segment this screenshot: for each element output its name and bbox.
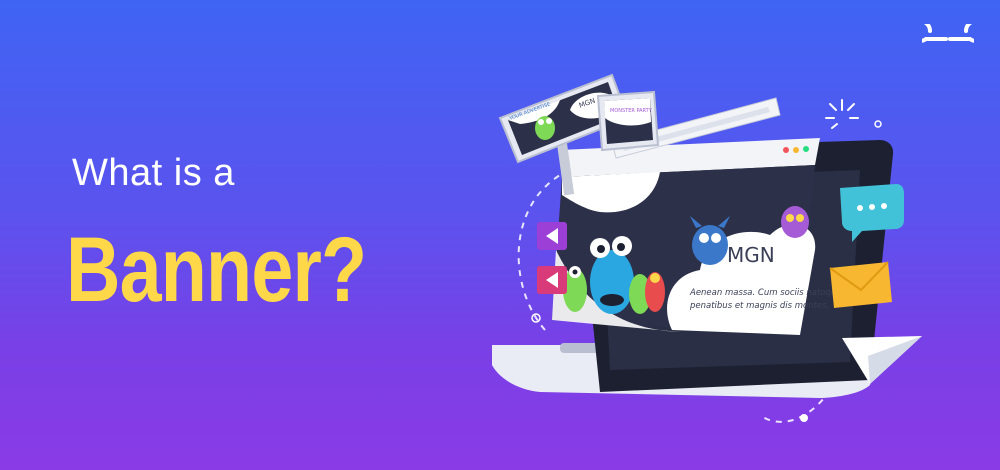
banner-illustration: MGN Aenean massa. Cum sociis natoque pen… — [492, 73, 922, 423]
sparkle-icon — [825, 99, 859, 129]
banner-canvas: What is a Banner? MGN Aenean massa. Cum … — [0, 0, 1000, 470]
envelope-icon — [829, 261, 892, 308]
side-billboard-text: MONSTER PARTY — [610, 108, 653, 114]
screen-brand: MGN — [727, 243, 775, 267]
sparkle-dot — [874, 120, 882, 128]
screen-caption-line-1: Aenean massa. Cum sociis natoque — [689, 288, 842, 298]
side-billboard — [596, 90, 660, 152]
screen-caption-line-2: penatibus et magnis dis montes, — [689, 301, 829, 311]
